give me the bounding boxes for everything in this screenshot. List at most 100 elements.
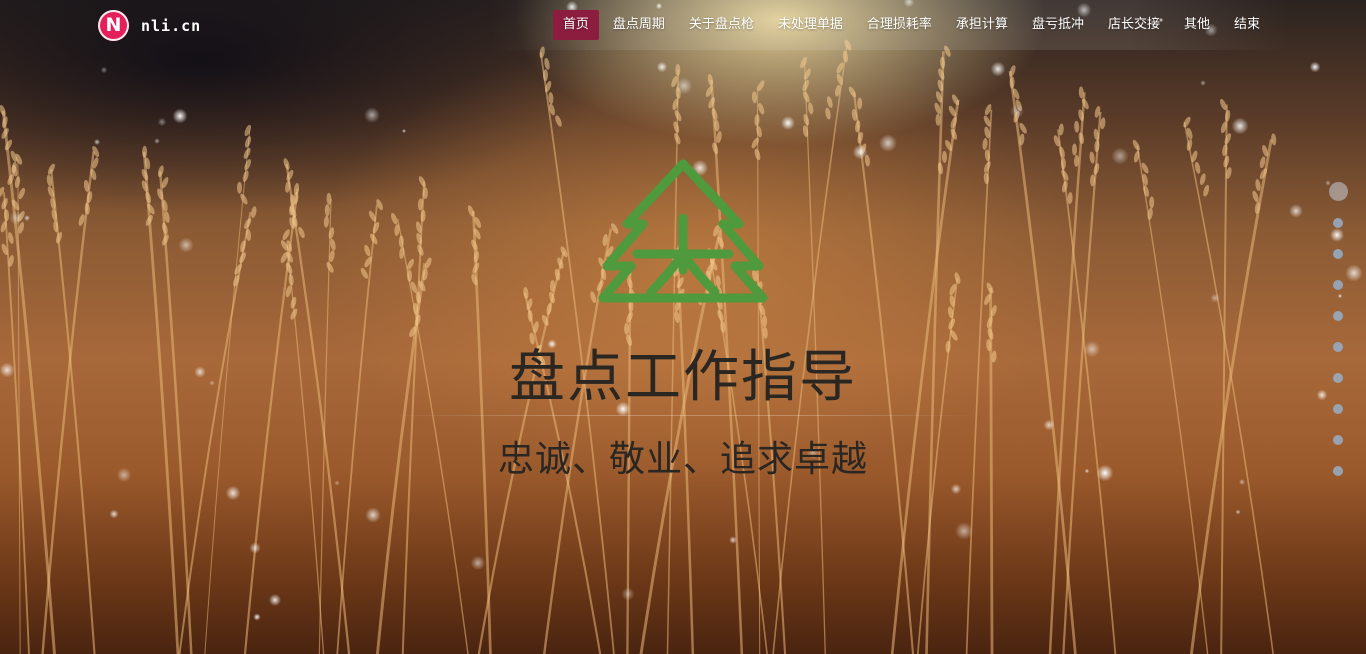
grain-seed bbox=[391, 212, 398, 225]
bokeh-sparkle bbox=[172, 108, 188, 124]
nav-item-unprocessed-docs[interactable]: 未处理单据 bbox=[768, 10, 853, 40]
grain-seed bbox=[1224, 109, 1231, 122]
grain-seed bbox=[1089, 151, 1095, 164]
grain-seed bbox=[1255, 179, 1261, 192]
bokeh-sparkle bbox=[109, 509, 119, 519]
grain-seed bbox=[236, 181, 243, 194]
nav-item-other[interactable]: 其他 bbox=[1174, 10, 1220, 40]
pagination-dot-5[interactable] bbox=[1333, 311, 1343, 321]
grain-seed bbox=[290, 296, 297, 309]
grain-seed bbox=[141, 169, 149, 181]
grain-seed bbox=[751, 91, 758, 104]
grain-seed bbox=[471, 239, 478, 251]
bokeh-sparkle bbox=[9, 211, 23, 225]
bokeh-sparkle bbox=[178, 237, 194, 253]
bokeh-sparkle bbox=[93, 138, 101, 146]
grain-seed bbox=[555, 115, 562, 127]
grain-seed bbox=[808, 102, 814, 115]
grain-seed bbox=[1132, 139, 1140, 151]
bokeh-sparkle bbox=[656, 61, 668, 73]
grain-seed bbox=[18, 187, 26, 200]
pagination-dot-9[interactable] bbox=[1333, 435, 1343, 445]
grain-seed bbox=[407, 269, 412, 282]
site-logo[interactable]: N nli.cn bbox=[98, 10, 201, 41]
bokeh-sparkle bbox=[1309, 61, 1321, 73]
pagination-dot-7[interactable] bbox=[1333, 373, 1343, 383]
main-nav: 首页 盘点周期 关于盘点枪 未处理单据 合理损耗率 承担计算 盘亏抵冲 店长交接… bbox=[549, 10, 1270, 40]
hero-subtitle: 忠诚、敬业、追求卓越 bbox=[497, 439, 868, 480]
grain-seed bbox=[1186, 139, 1193, 151]
bokeh-sparkle bbox=[1200, 80, 1206, 86]
pagination-dot-3[interactable] bbox=[1333, 249, 1343, 259]
grain-seed bbox=[282, 229, 290, 241]
grain-seed bbox=[857, 97, 863, 110]
bokeh-sparkle bbox=[1043, 419, 1055, 431]
grain-seed bbox=[244, 124, 252, 137]
wheat-field-background bbox=[0, 0, 1363, 654]
grain-seed bbox=[1078, 132, 1085, 145]
pagination-dot-6[interactable] bbox=[1333, 342, 1343, 352]
grain-seed bbox=[802, 79, 809, 92]
hero-divider bbox=[388, 415, 978, 416]
grain-seed bbox=[954, 272, 961, 284]
nav-item-loss-offset[interactable]: 盘亏抵冲 bbox=[1022, 10, 1094, 40]
bokeh-sparkle bbox=[157, 117, 167, 127]
grain-seed bbox=[716, 131, 722, 144]
pagination-dot-1[interactable] bbox=[1328, 182, 1348, 201]
bokeh-sparkle bbox=[100, 66, 108, 74]
grain-seed bbox=[758, 102, 765, 115]
nav-item-about-scanner[interactable]: 关于盘点枪 bbox=[679, 10, 764, 40]
bokeh-sparkle bbox=[402, 129, 406, 133]
pagination-dot-2[interactable] bbox=[1333, 218, 1343, 228]
grain-seed bbox=[855, 120, 861, 133]
pagination-dot-10[interactable] bbox=[1333, 466, 1343, 476]
grain-seed bbox=[674, 132, 681, 145]
grain-seed bbox=[950, 128, 957, 140]
grain-seed bbox=[941, 150, 948, 163]
pagination-dot-4[interactable] bbox=[1333, 280, 1343, 290]
grain-seed bbox=[626, 311, 633, 323]
nav-item-end[interactable]: 结束 bbox=[1224, 10, 1270, 40]
grain-seed bbox=[14, 176, 21, 189]
grain-seed bbox=[417, 244, 424, 256]
grain-seed bbox=[548, 92, 554, 105]
bokeh-sparkle bbox=[1210, 293, 1220, 303]
grain-seed bbox=[940, 56, 946, 69]
grain-seed bbox=[825, 107, 831, 120]
grain-seed bbox=[544, 57, 550, 70]
nav-item-loss-rate[interactable]: 合理损耗率 bbox=[857, 10, 942, 40]
grain-seed bbox=[1072, 143, 1077, 156]
bokeh-sparkle bbox=[879, 134, 897, 152]
bokeh-sparkle bbox=[1235, 509, 1241, 515]
grain-seed bbox=[142, 145, 148, 158]
grain-seed bbox=[712, 142, 719, 155]
bokeh-sparkle bbox=[781, 116, 795, 130]
nav-item-home[interactable]: 首页 bbox=[552, 10, 599, 40]
bokeh-sparkle bbox=[990, 61, 1006, 77]
grain-seed bbox=[244, 136, 252, 148]
grain-seed bbox=[717, 309, 724, 322]
grain-seed bbox=[1093, 163, 1100, 175]
grain-seed bbox=[1224, 133, 1232, 145]
nav-item-manager-handover[interactable]: 店长交接 bbox=[1098, 10, 1170, 40]
grain-seed bbox=[935, 113, 941, 126]
grain-seed bbox=[937, 162, 944, 175]
bokeh-sparkle bbox=[729, 536, 737, 544]
bokeh-sparkle bbox=[24, 215, 30, 221]
nav-item-liability-calc[interactable]: 承担计算 bbox=[946, 10, 1018, 40]
grain-seed bbox=[1061, 180, 1068, 193]
grain-seed bbox=[951, 94, 960, 106]
nav-item-inventory-cycle[interactable]: 盘点周期 bbox=[603, 10, 675, 40]
grain-seed bbox=[372, 221, 380, 234]
bokeh-sparkle bbox=[1289, 204, 1303, 218]
bokeh-sparkle bbox=[249, 542, 261, 554]
grain-seed bbox=[1183, 116, 1191, 128]
grain-seed bbox=[162, 222, 168, 235]
landing-page: N nli.cn 首页 盘点周期 关于盘点枪 未处理单据 合理损耗率 承担计算 … bbox=[0, 0, 1366, 654]
bokeh-sparkle bbox=[950, 483, 962, 495]
grain-seed bbox=[1, 198, 8, 210]
logo-letter: N bbox=[105, 14, 122, 36]
pagination-dot-8[interactable] bbox=[1333, 404, 1343, 414]
site-name: nli.cn bbox=[141, 16, 202, 35]
grain-seed bbox=[842, 50, 849, 63]
